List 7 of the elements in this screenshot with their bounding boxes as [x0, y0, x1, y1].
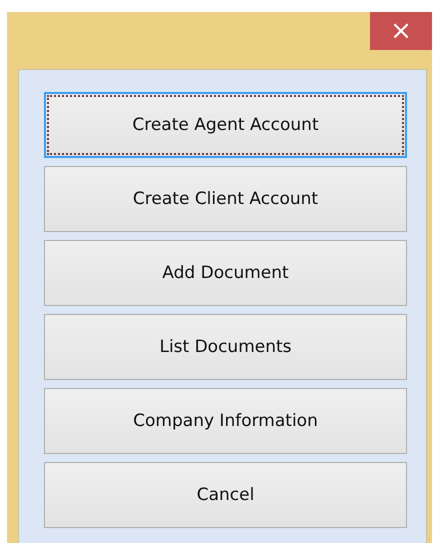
menu-button[interactable]: Create Client Account	[44, 166, 407, 232]
menu-button[interactable]: Create Agent Account	[44, 92, 407, 158]
menu-button[interactable]: Add Document	[44, 240, 407, 306]
close-button[interactable]: ×	[370, 12, 432, 50]
menu-button[interactable]: Cancel	[44, 462, 407, 528]
menu-button[interactable]: List Documents	[44, 314, 407, 380]
menu-button[interactable]: Company Information	[44, 388, 407, 454]
